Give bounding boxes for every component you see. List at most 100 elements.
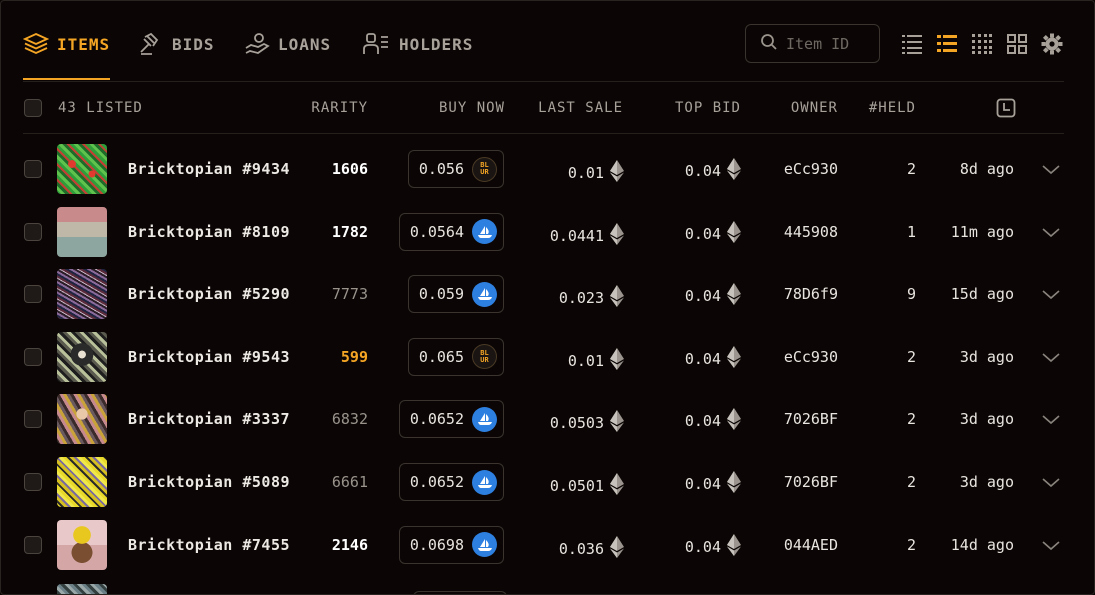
buy-now-button[interactable]: 0.0652 (398, 463, 504, 501)
dense-grid-view-icon[interactable] (971, 33, 993, 55)
tab-loans[interactable]: LOANS (244, 29, 331, 59)
rarity-value: 599 (340, 347, 368, 366)
last-sale: 0.0501 (550, 473, 624, 499)
table-row[interactable]: Bricktopian #9434 1606 0.056 BL UR 0.01 … (1, 138, 1094, 200)
top-bid[interactable]: 0.04 (685, 158, 741, 184)
nft-thumbnail[interactable] (57, 457, 107, 507)
item-name[interactable]: Bricktopian #9434 (128, 160, 290, 178)
row-checkbox[interactable] (24, 473, 42, 491)
settings-gear-icon[interactable] (1041, 33, 1063, 55)
held-count: 1 (906, 222, 916, 241)
buy-price: 0.0652 (409, 473, 464, 491)
tab-items[interactable]: ITEMS (23, 29, 110, 59)
chevron-down-icon[interactable] (1041, 475, 1061, 489)
top-bid[interactable]: 0.04 (684, 533, 741, 560)
owner-address[interactable]: 044AED (784, 536, 838, 554)
row-checkbox[interactable] (24, 410, 42, 429)
buy-now-button[interactable]: 0.056 BL UR (407, 150, 504, 188)
table-row[interactable]: Bricktopian #5089 6661 0.0652 0.0501 0.0… (1, 451, 1094, 513)
listed-time: 3d ago (959, 410, 1014, 429)
top-bid[interactable]: 0.04 (685, 408, 741, 434)
next-row-buy-button[interactable] (413, 591, 507, 594)
nft-thumbnail[interactable] (57, 144, 107, 194)
buy-now-button[interactable]: 0.0652 (398, 400, 504, 439)
clock-icon[interactable] (996, 98, 1016, 122)
owner-address[interactable]: 78D6f9 (784, 285, 838, 303)
item-name[interactable]: Bricktopian #9543 (128, 348, 290, 366)
table-row[interactable]: Bricktopian #5290 7773 0.059 0.023 0.04 … (1, 263, 1094, 325)
owner-address[interactable]: 7026BF (784, 473, 838, 491)
eth-icon (610, 347, 624, 374)
chevron-down-icon[interactable] (1041, 350, 1061, 364)
nft-thumbnail[interactable] (57, 331, 107, 382)
item-name[interactable]: Bricktopian #5290 (128, 285, 290, 303)
last-sale: 0.01 (568, 347, 624, 374)
item-id-search-input[interactable] (786, 34, 876, 53)
top-bid-value: 0.04 (684, 162, 721, 180)
row-checkbox[interactable] (24, 160, 42, 178)
select-all-checkbox[interactable] (24, 99, 42, 117)
buy-now-button[interactable]: 0.0698 (398, 525, 504, 564)
row-checkbox[interactable] (24, 285, 42, 304)
buy-price: 0.0564 (409, 222, 464, 241)
last-sale: 0.0441 (550, 222, 624, 249)
table-row[interactable]: Bricktopian #3337 6832 0.0652 0.0503 0.0… (1, 388, 1094, 450)
top-bid[interactable]: 0.04 (685, 283, 741, 309)
owner-address[interactable]: 445908 (784, 223, 838, 241)
chevron-down-icon[interactable] (1041, 412, 1061, 426)
top-bid-value: 0.04 (684, 537, 721, 556)
owner-address[interactable]: 7026BF (784, 410, 838, 428)
nft-thumbnail[interactable] (57, 269, 107, 320)
grid-view-icon[interactable] (1006, 33, 1028, 55)
item-name[interactable]: Bricktopian #5089 (128, 473, 290, 491)
tab-bids[interactable]: BIDS (138, 29, 215, 59)
item-name[interactable]: Bricktopian #8109 (128, 223, 290, 241)
column-top-bid[interactable]: TOP BID (675, 100, 741, 116)
top-bid-value: 0.04 (684, 224, 721, 243)
active-tab-indicator (23, 78, 110, 80)
tab-items-label: ITEMS (57, 34, 111, 54)
table-row[interactable]: Bricktopian #9543 599 0.065 BL UR 0.01 0… (1, 326, 1094, 388)
tab-holders[interactable]: HOLDERS (363, 29, 473, 59)
row-checkbox[interactable] (24, 347, 42, 366)
nft-thumbnail[interactable] (57, 394, 107, 445)
buy-now-button[interactable]: 0.059 (407, 275, 504, 314)
column-buy-now[interactable]: BUY NOW (439, 100, 505, 116)
last-sale: 0.036 (558, 535, 624, 562)
column-last-sale[interactable]: LAST SALE (538, 100, 623, 116)
listed-time: 3d ago (959, 473, 1014, 491)
search-box[interactable] (745, 24, 880, 63)
chevron-down-icon[interactable] (1041, 162, 1061, 176)
top-bid-value: 0.04 (684, 287, 721, 306)
owner-address[interactable]: eCc930 (784, 348, 838, 366)
buy-now-button[interactable]: 0.065 BL UR (407, 337, 504, 376)
held-count: 2 (906, 160, 916, 178)
table-row[interactable]: Bricktopian #7455 2146 0.0698 0.036 0.04… (1, 514, 1094, 576)
detailed-list-view-icon[interactable] (936, 33, 958, 55)
row-checkbox[interactable] (24, 222, 42, 241)
owner-address[interactable]: eCc930 (784, 160, 838, 178)
buy-now-button[interactable]: 0.0564 (398, 212, 504, 251)
blur-icon: BL UR (472, 344, 497, 370)
layers-icon (23, 32, 49, 56)
top-bid[interactable]: 0.04 (684, 220, 741, 247)
item-name[interactable]: Bricktopian #3337 (128, 410, 290, 428)
list-view-icon[interactable] (901, 33, 923, 55)
chevron-down-icon[interactable] (1041, 287, 1061, 301)
item-name[interactable]: Bricktopian #7455 (128, 536, 290, 554)
nft-thumbnail[interactable] (57, 206, 107, 257)
column-rarity[interactable]: RARITY (311, 100, 368, 116)
top-bid[interactable]: 0.04 (685, 471, 741, 497)
table-row[interactable]: Bricktopian #8109 1782 0.0564 0.0441 0.0… (1, 201, 1094, 263)
listed-count: 43 LISTED (58, 100, 143, 116)
nft-thumbnail[interactable] (57, 519, 107, 570)
chevron-down-icon[interactable] (1041, 538, 1061, 552)
column-held[interactable]: #HELD (869, 100, 916, 116)
eth-icon (610, 222, 624, 249)
column-owner[interactable]: OWNER (791, 100, 838, 116)
row-checkbox[interactable] (24, 535, 42, 554)
buy-price: 0.0698 (409, 535, 464, 554)
top-bid[interactable]: 0.04 (685, 345, 741, 372)
last-sale-value: 0.036 (558, 539, 604, 558)
chevron-down-icon[interactable] (1041, 225, 1061, 239)
